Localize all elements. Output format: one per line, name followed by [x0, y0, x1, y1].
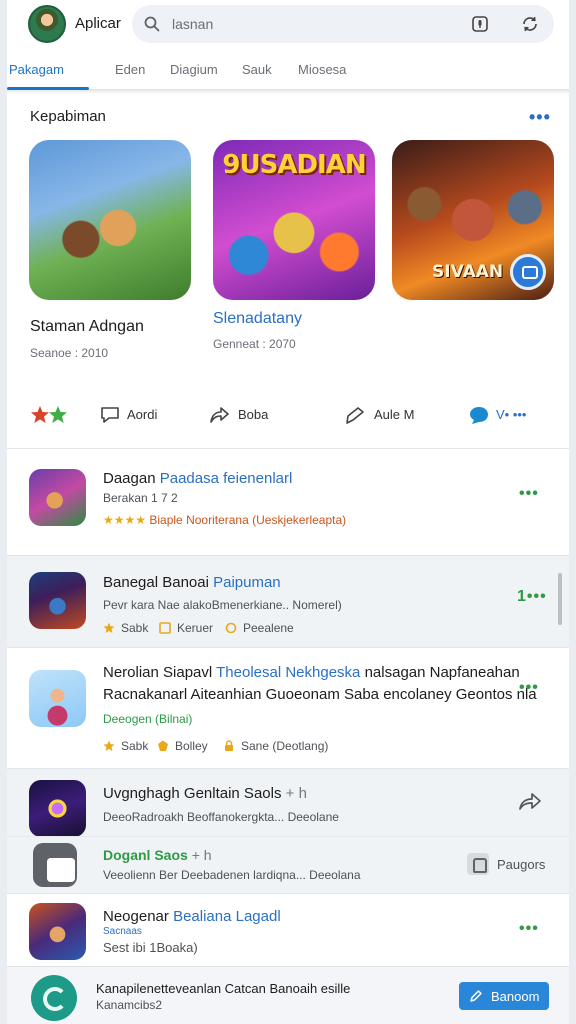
share-icon[interactable]	[518, 791, 542, 811]
bottom-bar-subtitle: Kanamcibs2	[96, 998, 163, 1012]
tab-eden[interactable]: Eden	[115, 62, 145, 77]
edit-icon	[470, 990, 482, 1002]
list-item-2-title[interactable]: Banegal Banoai Paipuman	[103, 574, 281, 591]
rating-icon	[31, 406, 67, 423]
send-action[interactable]: Aule M	[344, 404, 424, 426]
mic-icon[interactable]	[471, 15, 489, 33]
list-item-3-subtitle: Deeogen (Bilnai)	[103, 712, 193, 726]
list-item-3-title-line2: Racnakanarl Aiteanhian Guoeonam Saba enc…	[103, 686, 537, 703]
tag-peealene: Peealene	[225, 621, 294, 635]
badge-icon	[158, 740, 168, 751]
tab-diagium[interactable]: Diagium	[170, 62, 218, 77]
divider	[7, 893, 569, 894]
comment-action[interactable]: Aordi	[99, 404, 169, 426]
rating-action[interactable]	[30, 404, 80, 426]
bookmark-icon	[159, 622, 171, 634]
list-item-6-thumbnail[interactable]	[29, 903, 86, 960]
app-frame: Aplicar Pakagam Eden Diagium Sauk Mioses…	[7, 0, 569, 1024]
tab-bar: Pakagam Eden Diagium Sauk Miosesa	[7, 54, 569, 90]
send-icon	[346, 407, 364, 424]
tag-bolley: Bolley	[157, 739, 208, 753]
card-2-title[interactable]: Slenadatany	[213, 310, 302, 328]
list-item-2-subtitle: Pevr kara Nae alakoBmenerkiane.. Nomerel…	[103, 598, 342, 612]
app-logo-icon[interactable]	[31, 975, 77, 1021]
list-item-1-thumbnail[interactable]	[29, 469, 86, 526]
section-more-button[interactable]: •••	[529, 108, 551, 126]
tag-keruer: Keruer	[159, 621, 213, 635]
search-input[interactable]	[172, 5, 452, 43]
list-item-4-thumbnail[interactable]	[29, 780, 86, 837]
list-item-2-more-button[interactable]: 1•••	[517, 589, 547, 605]
list-item-3-tags: Sabk Bolley Sane (Deotlang)	[103, 739, 343, 755]
share-action[interactable]: Boba	[208, 404, 278, 426]
bottom-action-button[interactable]: Banoom	[459, 982, 549, 1010]
list-item-4-title[interactable]: Uvgnghagh Genltain Saols + h	[103, 785, 307, 802]
tag-sabk: Sabk	[103, 621, 148, 635]
divider	[7, 448, 569, 449]
list-item-5-title[interactable]: Doganl Saos + h	[103, 847, 212, 863]
tab-miosesa[interactable]: Miosesa	[298, 62, 346, 77]
list-item-2-thumbnail[interactable]	[29, 572, 86, 629]
divider	[7, 647, 569, 648]
list-item-6-tagline: Sacnaas	[103, 926, 142, 937]
list-item-1-subtitle: Berakan 1 7 2	[103, 491, 178, 505]
list-item-3-more-button[interactable]: •••	[519, 680, 539, 696]
list-item-3-title[interactable]: Nerolian Siapavl Theolesal Nekhgeska nal…	[103, 664, 520, 681]
bottom-bar: Kanapilenetteveanlan Catcan Banoaih esil…	[7, 966, 569, 1024]
list-item-5-thumbnail[interactable]	[33, 843, 77, 887]
tag-sane: Sane (Deotlang)	[223, 739, 328, 753]
list-item-6-subtitle: Sest ibi 1Boaka)	[103, 940, 198, 955]
card-1-title[interactable]: Staman Adngan	[30, 318, 144, 336]
refresh-icon	[225, 622, 237, 634]
share-icon	[210, 407, 229, 423]
featured-card-3-image[interactable]: SIVAAN	[392, 140, 554, 300]
chat-action[interactable]: V• •••	[468, 404, 552, 426]
card-2-logo: 9USADIAN	[222, 150, 366, 180]
list-item-6-more-button[interactable]: •••	[519, 921, 539, 937]
search-icon	[144, 16, 160, 32]
star-icon	[103, 740, 115, 751]
tag-sabk: Sabk	[103, 739, 148, 753]
top-bar: Aplicar	[7, 0, 569, 48]
list-item-2-tags: Sabk Keruer Peealene	[103, 621, 323, 637]
star-rating-icon: ★★★★	[103, 513, 147, 527]
chat-badge-icon[interactable]	[510, 254, 546, 290]
bottom-bar-title: Kanapilenetteveanlan Catcan Banoaih esil…	[96, 981, 351, 996]
featured-card-2-image[interactable]: 9USADIAN	[213, 140, 375, 300]
avatar[interactable]	[28, 5, 66, 43]
card-1-meta: Seanoe : 2010	[30, 346, 109, 360]
list-item-5-subtitle: Veeolienn Ber Deebadenen lardiqna... Dee…	[103, 868, 361, 882]
star-icon	[103, 622, 115, 633]
list-item-1-more-button[interactable]: •••	[519, 486, 539, 502]
list-item-3-thumbnail[interactable]	[29, 670, 86, 727]
comment-icon	[101, 407, 119, 423]
header-shadow	[7, 90, 569, 94]
section-title: Kepabiman	[30, 108, 106, 125]
divider	[7, 836, 569, 837]
tab-sauk[interactable]: Sauk	[242, 62, 272, 77]
chat-icon	[470, 407, 488, 424]
card-3-logo: SIVAAN	[432, 262, 504, 282]
card-2-meta: Genneat : 2070	[213, 337, 296, 351]
list-item-6-title[interactable]: Neogenar Bealiana Lagadl	[103, 908, 281, 925]
app-name: Aplicar	[75, 15, 121, 32]
list-item-1-tags: ★★★★ Biaple Nooriterana (Ueskjekerleapta…	[103, 513, 347, 527]
lock-icon	[225, 740, 233, 751]
scrollbar[interactable]	[558, 573, 562, 625]
featured-card-1-image[interactable]	[29, 140, 191, 300]
search-bar[interactable]	[132, 5, 554, 43]
list-item-4-subtitle: DeeoRadroakh Beoffanokergkta... Deeolane	[103, 810, 339, 824]
lock-icon	[467, 853, 489, 875]
sync-icon[interactable]	[520, 14, 540, 34]
list-item-1-title[interactable]: Daagan Paadasa feienenlarl	[103, 470, 292, 487]
tab-pakagam[interactable]: Pakagam	[9, 62, 64, 77]
